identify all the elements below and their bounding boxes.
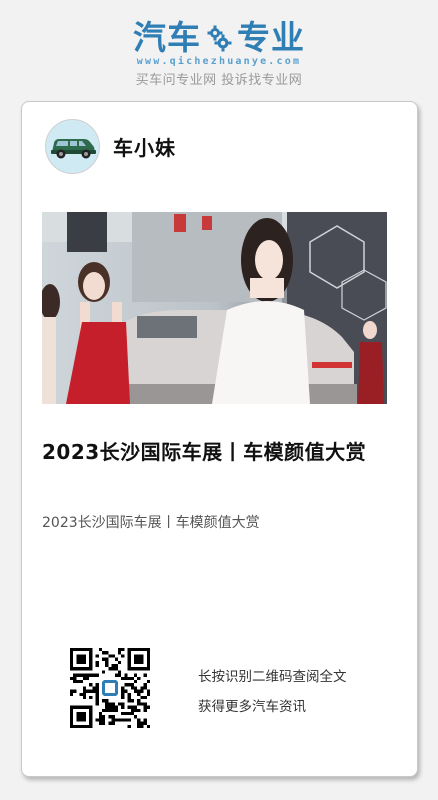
brand-logo[interactable]: 汽车 专业 xyxy=(0,18,438,58)
author-name: 车小妹 xyxy=(113,136,176,160)
article-share-card[interactable]: 车小妹 2023长沙国际车展丨车模颜值大赏 2023长沙国际车展丨车模颜值大赏 … xyxy=(21,101,418,777)
brand-name-right: 专业 xyxy=(237,18,305,57)
brand-slogan: 买车问专业网 投诉找专业网 xyxy=(135,73,303,88)
site-header: 汽车 专业 www.qichezhuanye.com 买车问专业网 投诉找专业网 xyxy=(0,18,438,88)
qr-caption-line2: 获得更多汽车资讯 xyxy=(198,699,306,715)
cover-image[interactable] xyxy=(42,212,387,404)
brand-name-left: 汽车 xyxy=(133,18,201,57)
article-title[interactable]: 2023长沙国际车展丨车模颜值大赏 xyxy=(42,436,372,468)
cover-photo xyxy=(42,212,387,404)
brand-url: www.qichezhuanye.com xyxy=(136,56,302,67)
qr-caption-line1: 长按识别二维码查阅全文 xyxy=(198,669,347,685)
article-summary: 2023长沙国际车展丨车模颜值大赏 xyxy=(42,515,260,531)
car-avatar-icon xyxy=(50,138,96,158)
qr-code-icon[interactable] xyxy=(70,648,150,728)
author-info[interactable]: 车小妹 xyxy=(45,119,176,174)
qr-caption: 长按识别二维码查阅全文 获得更多汽车资讯 xyxy=(198,662,347,722)
gear-icon xyxy=(207,25,232,52)
author-avatar[interactable] xyxy=(45,119,100,174)
